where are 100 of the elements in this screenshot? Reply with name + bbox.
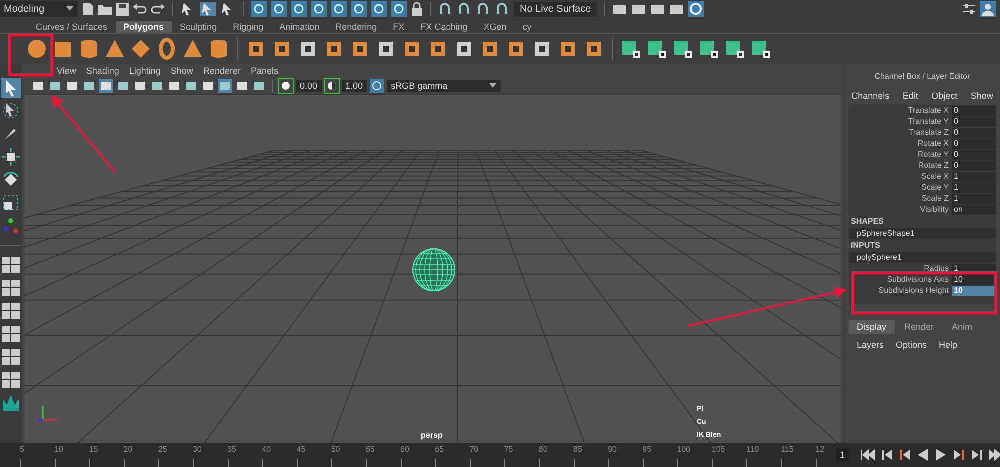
color-space-dropdown[interactable]: sRGB gamma xyxy=(387,80,502,92)
go-to-end-icon[interactable] xyxy=(989,449,1000,461)
attribute-value-field[interactable]: on xyxy=(952,204,996,214)
attribute-label: Subdivisions Axis xyxy=(886,275,950,284)
workspace-dropdown[interactable]: Modeling xyxy=(0,1,78,17)
uv-tool-icon[interactable] xyxy=(724,38,746,60)
attribute-value-field[interactable]: 1 xyxy=(952,194,996,204)
scale-icon[interactable] xyxy=(1,193,21,213)
exposure-field[interactable]: 0.00 xyxy=(296,80,322,92)
lock-icon[interactable] xyxy=(411,2,423,16)
shelf-tab[interactable]: FX xyxy=(385,21,413,33)
caret-icon xyxy=(489,83,498,89)
current-frame-field[interactable]: 1 xyxy=(836,449,850,461)
magnet-icon[interactable] xyxy=(495,2,510,16)
attribute-value-field[interactable]: 10 xyxy=(952,274,996,284)
layout-icon[interactable] xyxy=(1,370,21,390)
magnet-icon[interactable] xyxy=(457,2,472,16)
gamma-field[interactable]: 1.00 xyxy=(342,80,368,92)
shelf-tab[interactable]: Polygons xyxy=(116,21,172,33)
cylinder-icon[interactable] xyxy=(78,38,100,60)
attribute-value-field[interactable]: 0 xyxy=(952,116,996,126)
node-name[interactable]: polySphere1 xyxy=(849,252,996,263)
viewport-menu-item[interactable]: View xyxy=(57,66,76,76)
uv-tool-icon[interactable] xyxy=(698,38,720,60)
shelf-tab[interactable]: Animation xyxy=(272,21,328,33)
plane-icon[interactable] xyxy=(130,38,152,60)
axis-icon[interactable] xyxy=(1,216,21,236)
shelf-tab[interactable]: Curves / Surfaces xyxy=(28,21,116,33)
lasso-icon[interactable] xyxy=(1,101,21,121)
go-to-start-icon[interactable] xyxy=(861,449,876,461)
shelf-tab[interactable]: Rendering xyxy=(328,21,386,33)
step-back-key-icon[interactable] xyxy=(899,449,912,461)
frame-number: 40 xyxy=(262,445,272,454)
layer-editor-tab[interactable]: Render xyxy=(896,320,942,334)
exposure-icon[interactable] xyxy=(279,79,293,93)
shelf-tab[interactable]: XGen xyxy=(476,21,515,33)
layout-icon[interactable] xyxy=(1,255,21,275)
move-icon[interactable] xyxy=(1,147,21,167)
channel-box-menu-item[interactable]: Object xyxy=(932,91,958,101)
attribute-value-field[interactable]: 0 xyxy=(952,106,996,116)
axis-gizmo-icon xyxy=(37,403,59,423)
viewport-menu-item[interactable]: Panels xyxy=(250,66,278,76)
magnet-icon[interactable] xyxy=(438,2,453,16)
viewport-menu-item[interactable]: Lighting xyxy=(129,66,161,76)
uv-tool-icon[interactable] xyxy=(646,38,668,60)
layout-icon[interactable] xyxy=(1,324,21,344)
save-icon[interactable] xyxy=(116,2,129,16)
layout-icon[interactable] xyxy=(1,278,21,298)
uv-tool-icon[interactable] xyxy=(620,38,642,60)
shelf-tab[interactable]: Rigging xyxy=(225,21,272,33)
channel-box-menu-item[interactable]: Channels xyxy=(852,91,890,101)
layer-editor-menu-item[interactable]: Help xyxy=(939,340,958,350)
step-forward-icon[interactable] xyxy=(971,449,984,461)
layer-editor-tab[interactable]: Anim xyxy=(944,320,981,334)
attribute-label: Translate X xyxy=(907,106,950,115)
user-icon[interactable] xyxy=(980,1,996,17)
pyramid-icon[interactable] xyxy=(182,38,204,60)
attribute-value-field[interactable]: 10 xyxy=(952,286,996,296)
layer-editor-tab[interactable]: Display xyxy=(849,320,895,334)
layout-icon[interactable] xyxy=(1,347,21,367)
viewport-menu-item[interactable]: Show xyxy=(170,66,194,76)
play-backward-icon[interactable] xyxy=(917,449,930,461)
pipe-icon[interactable] xyxy=(208,38,230,60)
render-settings-icon[interactable] xyxy=(688,1,704,17)
attribute-value-field[interactable]: 1 xyxy=(952,172,996,182)
play-icon[interactable] xyxy=(935,449,948,461)
shelf-tab[interactable]: cy xyxy=(514,21,540,33)
frame-number: 90 xyxy=(608,445,617,454)
attribute-value-field[interactable]: 0 xyxy=(952,150,996,160)
gamma-icon[interactable] xyxy=(324,79,339,93)
attribute-value-field[interactable]: 0 xyxy=(952,138,996,148)
live-surface-field[interactable]: No Live Surface xyxy=(514,2,598,16)
attribute-value-field[interactable]: 0 xyxy=(952,128,996,138)
frame-number: 60 xyxy=(400,445,410,454)
channel-box-menu-item[interactable]: Edit xyxy=(902,91,918,101)
uv-tool-icon[interactable] xyxy=(672,38,694,60)
undo-icon[interactable] xyxy=(133,3,147,15)
layout-icon[interactable] xyxy=(1,301,21,321)
torus-icon[interactable] xyxy=(156,38,178,60)
step-forward-key-icon[interactable] xyxy=(953,449,966,461)
layer-editor-menu-item[interactable]: Layers xyxy=(857,340,884,350)
node-name[interactable]: pSphereShape1 xyxy=(849,228,996,239)
viewport-menu-item[interactable]: Renderer xyxy=(203,66,241,76)
cone-icon[interactable] xyxy=(104,38,126,60)
channel-box-menu-item[interactable]: Show xyxy=(970,91,994,101)
layer-editor-menu-item[interactable]: Options xyxy=(896,340,928,350)
shelf-tab[interactable]: Sculpting xyxy=(172,21,226,33)
uv-tool-icon[interactable] xyxy=(750,38,772,60)
sliders-icon[interactable] xyxy=(962,3,976,15)
magnet-icon[interactable] xyxy=(476,2,491,16)
file-icon[interactable] xyxy=(82,2,94,16)
attribute-value-field[interactable]: 0 xyxy=(952,160,996,170)
viewport-menu-item[interactable]: Shading xyxy=(86,66,120,76)
frame-number: 55 xyxy=(366,445,375,454)
folder-icon[interactable] xyxy=(98,3,112,15)
color-management-icon[interactable] xyxy=(370,79,384,93)
shelf-tab[interactable]: FX Caching xyxy=(412,21,476,33)
attribute-value-field[interactable]: 1 xyxy=(952,182,996,192)
step-back-icon[interactable] xyxy=(881,449,894,461)
redo-icon[interactable] xyxy=(151,3,165,15)
